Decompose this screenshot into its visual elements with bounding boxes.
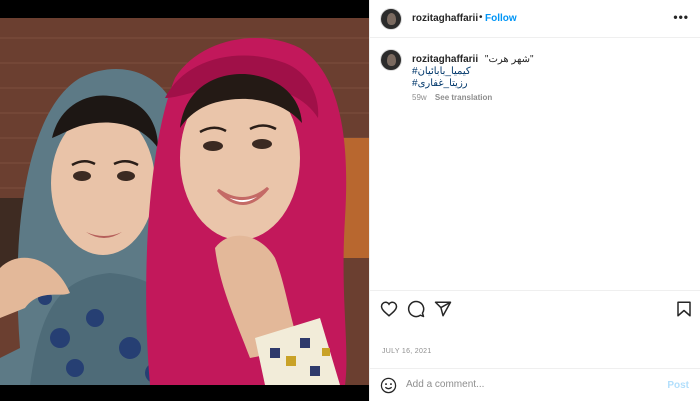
share-icon[interactable] [434,300,452,318]
hashtag-link[interactable]: #کیمیا_بابائیان [412,66,471,77]
heart-icon[interactable] [380,300,398,318]
caption-line: rozitaghaffarii "شهر هرت" [412,54,534,65]
caption-meta: 59w See translation [412,93,492,102]
post-sidebar: rozitaghaffarii • Follow ••• rozitaghaff… [369,0,700,401]
photo-letterbox-top [0,0,369,18]
follow-button[interactable]: Follow [485,13,517,24]
caption-username[interactable]: rozitaghaffarii [412,54,478,65]
comment-bar: Post [370,368,700,401]
caption-text: "شهر هرت" [484,54,534,65]
post-caption: rozitaghaffarii "شهر هرت" #کیمیا_بابائیا… [370,38,700,290]
header-separator: • [479,12,483,23]
post-header: rozitaghaffarii • Follow ••• [370,0,700,38]
photo-letterbox-bottom [0,385,369,401]
post-image [0,18,369,385]
post-comment-button[interactable]: Post [667,380,689,391]
more-horizontal-icon[interactable]: ••• [673,10,689,24]
hashtag-link[interactable]: #رزیتا_غفاری [412,78,468,89]
bookmark-icon[interactable] [675,300,693,318]
post-age: 59w [412,93,427,102]
comment-icon[interactable] [407,300,425,318]
comment-input[interactable] [406,379,656,390]
post-date[interactable]: JULY 16, 2021 [382,348,432,355]
author-avatar[interactable] [380,8,402,30]
action-bar [370,290,700,330]
author-username[interactable]: rozitaghaffarii [412,13,478,24]
caption-avatar[interactable] [380,49,402,71]
post-photo[interactable] [0,0,369,401]
see-translation-button[interactable]: See translation [435,93,492,102]
smiley-icon[interactable] [380,377,397,394]
